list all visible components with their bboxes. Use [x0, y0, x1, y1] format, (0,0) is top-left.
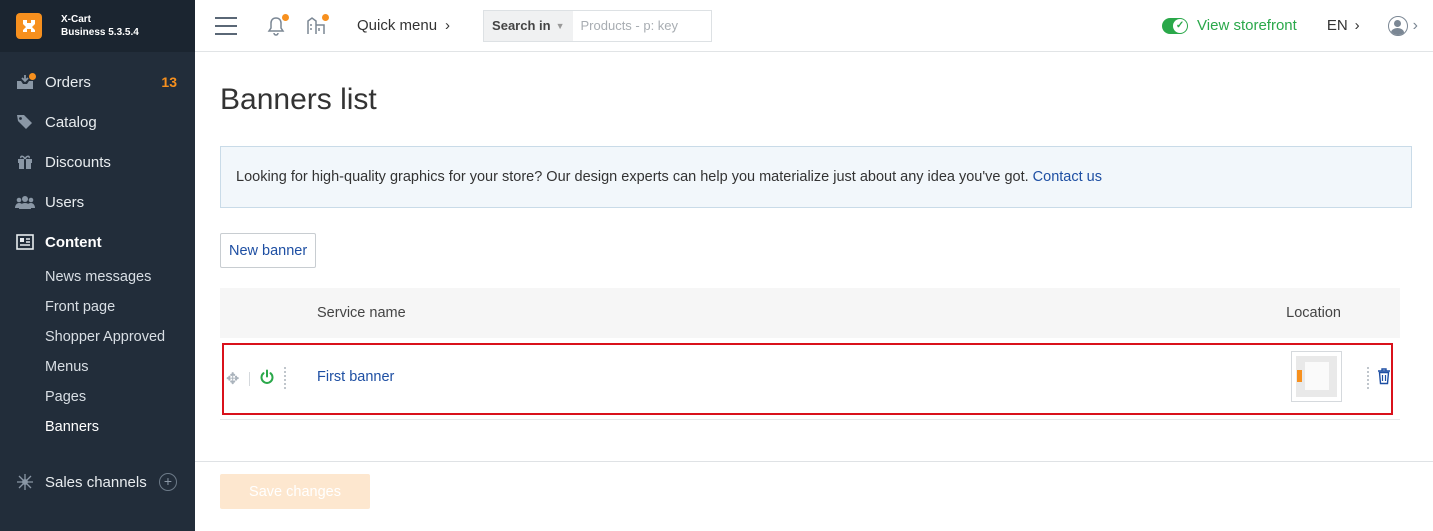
hamburger-menu-icon[interactable] — [215, 16, 237, 35]
sidebar-item-label: Users — [45, 193, 85, 211]
promo-text: Looking for high-quality graphics for yo… — [236, 169, 1029, 185]
divider — [1367, 367, 1369, 389]
brand-text: X-Cart Business 5.3.5.4 — [61, 13, 139, 39]
brand-version: Business 5.3.5.4 — [61, 27, 139, 38]
sidebar-item-label: Content — [45, 233, 102, 251]
brand-name: X-Cart — [61, 14, 92, 25]
main-content: Banners list Looking for high-quality gr… — [195, 53, 1433, 531]
bell-icon[interactable] — [265, 13, 289, 37]
location-layout-icon — [1296, 356, 1337, 397]
bell-notification-dot — [282, 13, 289, 21]
quick-menu-button[interactable]: Quick menu › — [357, 17, 450, 34]
language-label: EN — [1326, 17, 1348, 34]
orders-notification-dot — [29, 73, 36, 80]
storefront-toggle-icon[interactable] — [1162, 17, 1189, 34]
gift-icon — [15, 152, 35, 172]
search-input[interactable] — [572, 10, 711, 41]
contact-us-link[interactable]: Contact us — [1033, 169, 1102, 185]
chevron-right-icon: › — [1412, 16, 1418, 34]
sidebar-item-content[interactable]: Content — [0, 222, 195, 262]
sidebar-item-label: Orders — [45, 73, 91, 91]
view-storefront-toggle[interactable]: View storefront — [1162, 17, 1297, 34]
table-row: ✥ First banner — [220, 338, 1400, 420]
power-toggle-icon[interactable] — [259, 369, 275, 385]
sidebar-subitem-menus[interactable]: Menus — [0, 352, 195, 382]
sidebar-item-label: Catalog — [45, 113, 97, 131]
banner-name-link[interactable]: First banner — [317, 369, 394, 385]
sidebar-item-discounts[interactable]: Discounts — [0, 142, 195, 182]
orders-count-badge: 13 — [161, 74, 177, 90]
location-thumbnail[interactable] — [1291, 351, 1342, 402]
search-scope-dropdown[interactable]: Search in ▼ — [484, 10, 573, 41]
trash-icon[interactable] — [1377, 368, 1391, 385]
sidebar-item-label: Discounts — [45, 153, 111, 171]
language-selector[interactable]: EN › — [1327, 17, 1360, 34]
sidebar-item-orders[interactable]: Orders 13 — [0, 62, 195, 102]
move-handle-icon[interactable]: ✥ — [226, 369, 239, 389]
sidebar-subitem-front-page[interactable]: Front page — [0, 292, 195, 322]
sidebar-item-sales-channels[interactable]: Sales channels + — [0, 462, 195, 502]
user-menu[interactable]: › — [1387, 15, 1418, 36]
sidebar-subitem-shopper-approved[interactable]: Shopper Approved — [0, 322, 195, 352]
sidebar-item-users[interactable]: Users — [0, 182, 195, 222]
top-bar: Quick menu › Search in ▼ View storefront… — [195, 0, 1433, 52]
xcart-logo-icon — [16, 13, 42, 39]
newspaper-icon — [15, 232, 35, 252]
add-sales-channel-icon[interactable]: + — [159, 473, 177, 491]
sidebar-subitem-news-messages[interactable]: News messages — [0, 262, 195, 292]
sidebar-subitem-pages[interactable]: Pages — [0, 382, 195, 412]
table-header: Service name Location — [220, 288, 1400, 338]
tags-icon — [15, 112, 35, 132]
store-activity-icon[interactable] — [305, 13, 329, 37]
new-banner-button[interactable]: New banner — [220, 233, 317, 268]
logo-area[interactable]: X-Cart Business 5.3.5.4 — [0, 0, 195, 52]
sidebar-nav: Orders 13 Catalog Discounts Users Conten… — [0, 52, 195, 442]
caret-down-icon: ▼ — [555, 20, 565, 31]
sidebar: X-Cart Business 5.3.5.4 Orders 13 Catalo… — [0, 0, 195, 531]
quick-menu-label: Quick menu — [357, 17, 438, 34]
chevron-right-icon: › — [1354, 17, 1360, 34]
search-bar: Search in ▼ — [483, 9, 712, 42]
view-storefront-label: View storefront — [1197, 17, 1297, 34]
column-header-location: Location — [1286, 305, 1341, 321]
activity-notification-dot — [322, 13, 329, 21]
search-scope-label: Search in — [492, 18, 551, 33]
sidebar-subitem-banners[interactable]: Banners — [0, 412, 195, 442]
save-changes-button[interactable]: Save changes — [220, 474, 370, 509]
user-avatar-icon — [1387, 15, 1408, 36]
users-icon — [15, 192, 35, 212]
chevron-right-icon: › — [445, 17, 451, 34]
banners-table: Service name Location ✥ First banner — [220, 288, 1400, 420]
promo-banner: Looking for high-quality graphics for yo… — [220, 146, 1412, 208]
footer-divider — [195, 461, 1433, 462]
network-icon — [15, 472, 35, 492]
column-header-service-name: Service name — [317, 305, 406, 321]
row-highlight-box — [222, 343, 1393, 415]
divider — [249, 372, 250, 386]
divider — [284, 367, 286, 389]
sidebar-item-catalog[interactable]: Catalog — [0, 102, 195, 142]
sidebar-item-label: Sales channels — [45, 473, 147, 491]
page-title: Banners list — [220, 83, 377, 116]
